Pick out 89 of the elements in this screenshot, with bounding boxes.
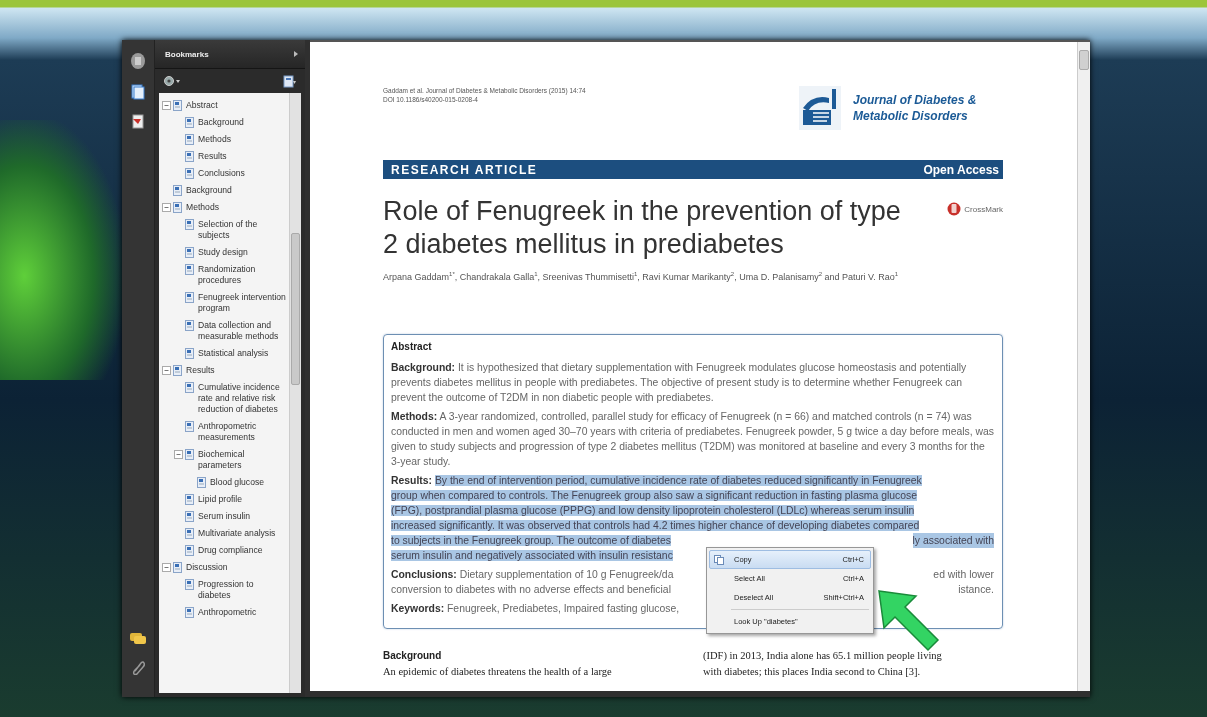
author-list: Arpana Gaddam$^{1*}$, Chandrakala Galla$^{1}$, Sreenivas Thummisetti$^{1}$, Ravi Kumar Marikanty$^{2}$, Uma D. Palanisamy$^{2}$ and Paturi V. Rao$^{1}$ [383, 267, 973, 284]
body-text-line: with diabetes; this places India second to China [3]. [703, 665, 922, 679]
bookmark-item[interactable]: Randomization procedures [196, 264, 287, 286]
bookmark-icon [173, 185, 182, 196]
bookmark-icon [185, 117, 194, 128]
copy-icon [714, 554, 724, 565]
bookmark-item[interactable]: Background [184, 185, 232, 196]
collapse-toggle-icon[interactable] [162, 563, 171, 572]
abstract-text-line: Conclusions: Dietary supplementation of 10 g Fenugreek/da [391, 568, 674, 582]
collapse-toggle-icon[interactable] [174, 450, 183, 459]
abstract-paragraph: Background: It is hypothesized that dietary supplementation with Fenugreek modulates glucose homeostasis and potentially prevents diabetes mellitus in people with prediabetes. The objective of present study is to determine whether Fenugreek can prevent the outcome of T2DM in non diabetic people with prediabetes. [391, 361, 968, 405]
options-icon[interactable] [163, 75, 181, 87]
abstract-heading: Abstract [391, 340, 433, 354]
bookmark-item[interactable]: Results [184, 365, 215, 376]
bookmark-icon [185, 511, 194, 522]
crossmark-icon[interactable] [947, 201, 962, 217]
panel-options-icon[interactable] [293, 50, 299, 58]
bookmark-icon [185, 607, 194, 618]
article-type-label: RESEARCH ARTICLE [391, 162, 538, 177]
document-icon[interactable] [130, 52, 146, 70]
abstract-paragraph: Methods: A 3-year randomized, controlled, parallel study for efficacy of Fenugreek (n = 66) and matched controls (n = 74) was conducted in men and women aged 30–70 years with criteria of prediabetes. Fenugreek powder, 5 g twice a day before meals, was given to study subjects and progression of type 2 diabetes mellitus (T2DM) was monitored at baseline and every 3 months for the 3-year study. [391, 410, 994, 469]
bookmark-icon [185, 528, 194, 539]
bookmark-item[interactable]: Anthropometric measurements [196, 421, 287, 443]
bookmark-icon [185, 579, 194, 590]
bookmark-add-icon[interactable] [283, 74, 297, 88]
bookmark-icon [185, 134, 194, 145]
bookmark-item[interactable]: Blood glucose [208, 477, 264, 488]
bookmark-item[interactable]: Selection of the subjects [196, 219, 287, 241]
comments-icon[interactable] [130, 633, 146, 645]
body-text-line: (IDF) in 2013, India alone has 65.1 million people living [703, 649, 943, 663]
open-access-label: Open Access [923, 162, 999, 177]
bookmark-icon [185, 219, 194, 230]
bookmark-item[interactable]: Abstract [184, 100, 218, 111]
bookmark-item[interactable]: Methods [196, 134, 231, 145]
bookmark-icon [185, 421, 194, 432]
bookmark-icon [185, 545, 194, 556]
bookmark-icon [185, 449, 194, 460]
journal-name: Journal of Diabetes & Metabolic Disorders [853, 92, 978, 124]
selected-text-line: Results: By the end of intervention period, cumulative incidence rate of diabetes reduced significantly in Fenugreek [391, 474, 922, 488]
bookmark-item[interactable]: Multivariate analysis [196, 528, 276, 539]
bookmark-item[interactable]: Anthropometric [196, 607, 257, 618]
bookmark-item[interactable]: Statistical analysis [196, 348, 269, 359]
collapse-toggle-icon[interactable] [162, 366, 171, 375]
bookmark-icon [185, 247, 194, 258]
bookmark-icon [185, 382, 194, 393]
abstract-text-line: ed with lower [933, 568, 994, 582]
bookmark-icon [185, 348, 194, 359]
attachments-icon[interactable] [131, 114, 145, 130]
article-title: Role of Fenugreek in the prevention of type 2 diabetes mellitus in prediabetes [383, 195, 902, 261]
bookmark-icon [185, 320, 194, 331]
bookmark-icon [185, 151, 194, 162]
scrollbar[interactable] [1077, 42, 1090, 691]
crossmark-label: CrossMark [964, 204, 1003, 214]
bookmark-icon [185, 292, 194, 303]
bookmark-icon [173, 100, 182, 111]
journal-logo-icon [799, 86, 841, 130]
collapse-toggle-icon[interactable] [162, 101, 171, 110]
bookmark-icon [173, 202, 182, 213]
bookmark-icon [185, 168, 194, 179]
bookmark-item[interactable]: Progression to diabetes [196, 579, 287, 601]
bookmark-item[interactable]: Lipid profile [196, 494, 242, 505]
bookmark-item[interactable]: Conclusions [196, 168, 245, 179]
bookmark-item[interactable]: Fenugreek intervention program [196, 292, 287, 314]
abstract-text-line: istance. [958, 583, 994, 597]
bookmark-item[interactable]: Data collection and measurable methods [196, 320, 287, 342]
bookmark-item[interactable]: Results [196, 151, 227, 162]
bookmark-icon [173, 562, 182, 573]
panel-title: Bookmarks [165, 49, 209, 59]
collapse-toggle-icon[interactable] [162, 203, 171, 212]
bookmark-item[interactable]: Discussion [184, 562, 228, 573]
section-heading: Background [383, 649, 443, 663]
bookmark-item[interactable]: Drug compliance [196, 545, 263, 556]
bookmark-item[interactable]: Methods [184, 202, 219, 213]
abstract-text-line: conversion to diabetes with no adverse effects and beneficial [391, 583, 671, 597]
bookmark-item[interactable]: Study design [196, 247, 248, 258]
paperclip-icon[interactable] [131, 659, 145, 675]
bookmark-item[interactable]: Cumulative incidence rate and relative risk reduction of diabetes [196, 382, 287, 415]
bookmark-item[interactable]: Biochemical parameters [196, 449, 287, 471]
bookmark-icon [185, 264, 194, 275]
pages-icon[interactable] [131, 84, 145, 100]
scrollbar[interactable] [289, 93, 301, 693]
bookmark-item[interactable]: Background [196, 117, 244, 128]
arrow-annotation [878, 590, 940, 652]
abstract-text-line: Keywords: Fenugreek, Prediabetes, Impaired fasting glucose, [391, 602, 680, 616]
bookmark-icon [173, 365, 182, 376]
body-text-line: An epidemic of diabetes threatens the health of a large [383, 665, 613, 679]
bookmark-icon [197, 477, 206, 488]
bookmark-icon [185, 494, 194, 505]
bookmark-item[interactable]: Serum insulin [196, 511, 251, 522]
